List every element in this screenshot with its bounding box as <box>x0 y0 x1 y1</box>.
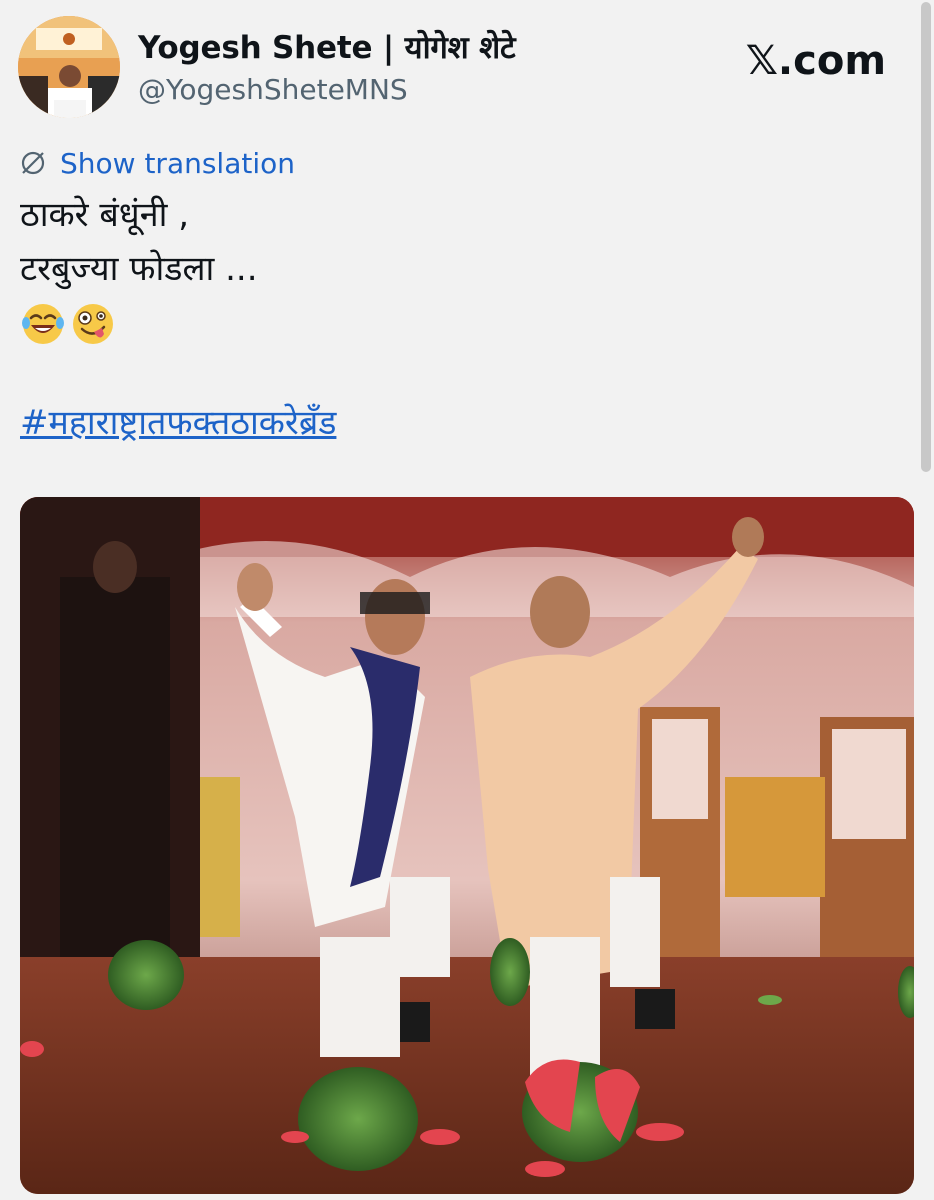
author-display-name[interactable]: Yogesh Shete | योगेश शेटे <box>138 26 516 68</box>
avatar-image <box>18 16 120 118</box>
tweet-line: ठाकरे बंधूंनी , <box>20 195 190 235</box>
tweet-line: टरबुज्या फोडला ... <box>20 249 258 289</box>
scrollbar-thumb[interactable] <box>921 2 931 472</box>
author-handle[interactable]: @YogeshSheteMNS <box>138 73 408 106</box>
show-translation-button[interactable]: Show translation <box>20 145 295 181</box>
hashtag-link[interactable]: #महाराष्ट्रातफक्तठाकरेब्रँड <box>20 398 336 444</box>
tears-of-joy-emoji-icon <box>22 304 64 344</box>
show-translation-label: Show translation <box>60 146 296 180</box>
x-brand-logo: 𝕏.com <box>745 38 886 84</box>
scrollbar[interactable] <box>918 0 934 1200</box>
photo-image <box>20 497 914 1194</box>
tweet-body: ठाकरे बंधूंनी , टरबुज्या फोडला ... <box>20 188 258 354</box>
tweet-photo[interactable] <box>20 497 914 1194</box>
emoji-row <box>20 294 258 354</box>
avatar[interactable] <box>18 16 120 118</box>
globe-slash-icon <box>21 151 45 175</box>
zany-face-emoji-icon <box>73 304 113 344</box>
tweet-header: Yogesh Shete | योगेश शेटे @YogeshSheteMN… <box>18 16 914 118</box>
